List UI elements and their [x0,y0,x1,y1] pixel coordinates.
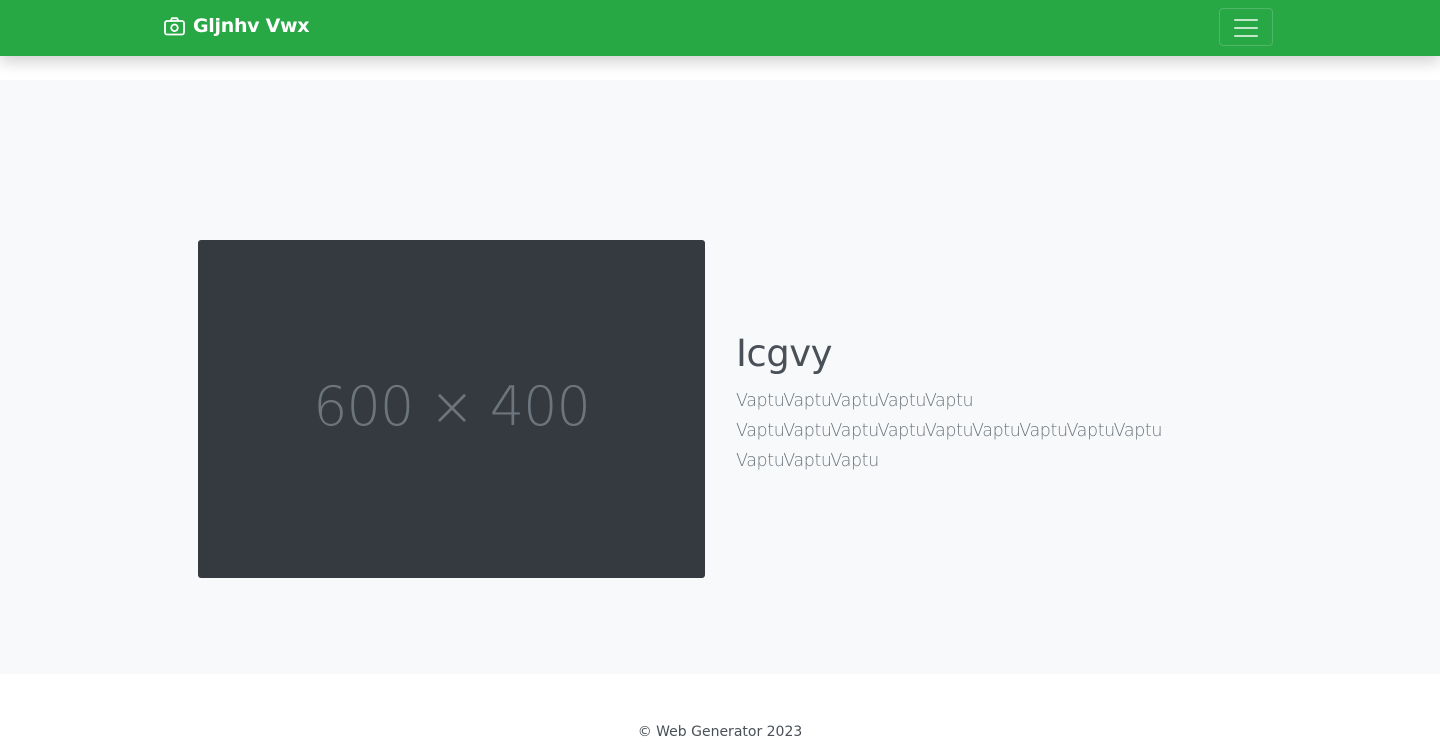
hero-text-line: VaptuVaptuVaptu [736,451,879,471]
brand-link[interactable]: Gljnhv Vwx [164,15,309,37]
brand-name: Gljnhv Vwx [193,15,310,37]
hero-title: Icgvy [736,332,833,375]
camera-icon [164,16,185,35]
hero-section: 600 × 400 Icgvy VaptuVaptuVaptuVaptuVapt… [0,80,1440,674]
hero-text-line: VaptuVaptuVaptuVaptuVaptu [736,391,974,411]
footer-copyright: © Web Generator 2023 [637,724,803,740]
navbar: Gljnhv Vwx [0,0,1440,56]
hero-text: VaptuVaptuVaptuVaptuVaptu VaptuVaptuVapt… [736,386,1206,476]
hero-text-line: VaptuVaptuVaptuVaptuVaptuVaptuVaptuVaptu… [736,421,1163,441]
navbar-toggle-button[interactable] [1219,8,1273,46]
image-placeholder-label: 600 × 400 [313,375,591,438]
image-placeholder: 600 × 400 [198,240,705,578]
footer: © Web Generator 2023 [0,724,1440,740]
